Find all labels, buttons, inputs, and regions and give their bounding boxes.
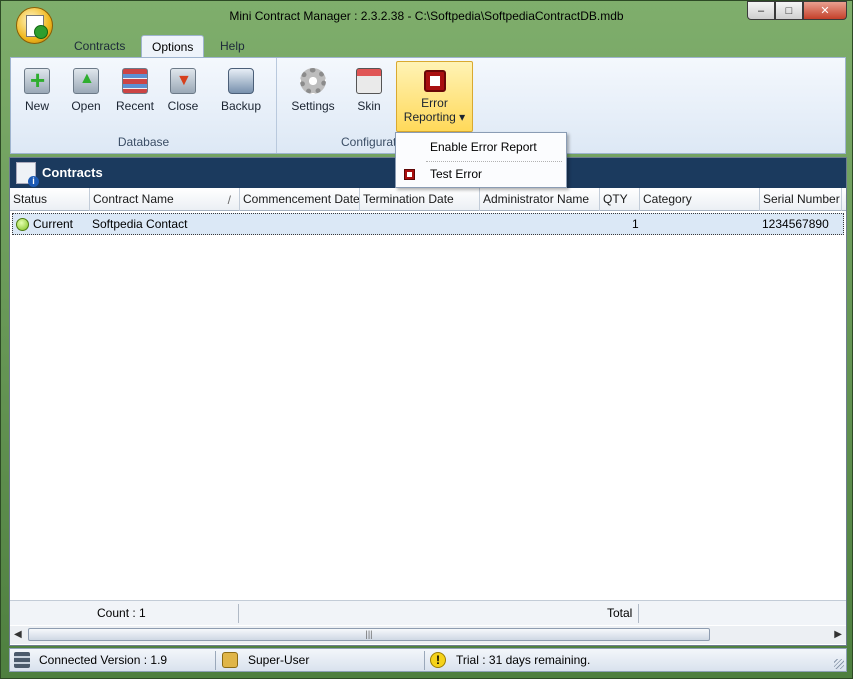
status-divider xyxy=(215,651,216,670)
close-database-icon xyxy=(170,68,196,94)
test-error-item[interactable]: Test Error xyxy=(396,161,566,187)
error-icon xyxy=(423,70,446,92)
resize-grip-icon[interactable] xyxy=(834,659,844,669)
window-title: Mini Contract Manager : 2.3.2.38 - C:\So… xyxy=(229,9,624,23)
contracts-panel: Contracts Status Contract Name / Commenc… xyxy=(9,157,847,646)
column-p[interactable]: P xyxy=(842,188,846,211)
settings-button[interactable]: Settings xyxy=(287,62,339,130)
contracts-info-icon xyxy=(16,162,39,187)
connection-status: Connected Version : 1.9 xyxy=(39,653,168,667)
trial-status: Trial : 31 days remaining. xyxy=(456,653,591,667)
scroll-right-icon[interactable]: ▶ xyxy=(834,629,842,640)
cell-serial: 1234567890 xyxy=(762,217,829,231)
scroll-thumb[interactable]: ||| xyxy=(28,628,710,641)
tab-options[interactable]: Options xyxy=(141,35,205,57)
skin-button[interactable]: Skin xyxy=(345,62,393,130)
ribbon-tabs: Contracts Options Help xyxy=(10,33,846,57)
gear-icon xyxy=(300,68,326,94)
database-icon xyxy=(14,652,30,668)
column-category[interactable]: Category xyxy=(640,188,760,211)
grid-footer: Count : 1 Total xyxy=(10,600,846,625)
cell-status: Current xyxy=(33,217,74,231)
backup-icon xyxy=(228,68,254,94)
test-error-label: Test Error xyxy=(430,167,483,181)
skin-label: Skin xyxy=(357,99,381,113)
database-group-label: Database xyxy=(117,135,170,149)
scroll-left-icon[interactable]: ◀ xyxy=(14,629,22,640)
grid-header: Status Contract Name / Commencement Date… xyxy=(10,188,846,211)
backup-label: Backup xyxy=(220,99,262,113)
error-icon xyxy=(404,169,415,180)
horizontal-scrollbar[interactable]: ◀ ||| ▶ xyxy=(10,626,846,644)
contract-document-icon xyxy=(25,14,48,39)
panel-title: Contracts xyxy=(42,165,103,180)
table-row[interactable]: Current Softpedia Contact 1 1234567890 xyxy=(12,213,844,235)
reporting-label: Reporting ▾ xyxy=(403,110,466,124)
open-database-icon xyxy=(73,68,99,94)
recent-icon xyxy=(122,68,148,94)
column-status[interactable]: Status xyxy=(10,188,90,211)
close-label: Close xyxy=(167,99,199,113)
current-status-icon xyxy=(16,218,29,231)
column-qty[interactable]: QTY xyxy=(600,188,640,211)
column-contract-name-label: Contract Name xyxy=(93,192,174,206)
minimize-button[interactable]: – xyxy=(747,1,775,20)
title-bar: Mini Contract Manager : 2.3.2.38 - C:\So… xyxy=(1,1,852,31)
window-controls: – □ ✕ xyxy=(747,1,847,20)
tab-help[interactable]: Help xyxy=(210,35,255,57)
cell-qty: 1 xyxy=(632,217,639,231)
app-menu-button[interactable] xyxy=(16,7,53,44)
new-label: New xyxy=(24,99,49,113)
column-commencement-date[interactable]: Commencement Date xyxy=(240,188,360,211)
tab-contracts[interactable]: Contracts xyxy=(64,35,135,57)
database-group: New Open Recent Close Backup Database xyxy=(11,58,277,153)
settings-label: Settings xyxy=(291,99,335,113)
recent-button[interactable]: Recent xyxy=(111,62,159,130)
main-window: Mini Contract Manager : 2.3.2.38 - C:\So… xyxy=(0,0,853,679)
backup-button[interactable]: Backup xyxy=(217,62,265,130)
column-termination-date[interactable]: Termination Date xyxy=(360,188,480,211)
sort-indicator-icon: / xyxy=(227,193,231,207)
user-status: Super-User xyxy=(248,653,310,667)
skin-icon xyxy=(356,68,382,94)
error-label: Error xyxy=(421,96,448,110)
column-administrator-name[interactable]: Administrator Name xyxy=(480,188,600,211)
lock-icon xyxy=(222,652,238,668)
count-summary: Count : 1 xyxy=(97,606,146,620)
close-db-button[interactable]: Close xyxy=(159,62,207,130)
column-contract-name[interactable]: Contract Name / xyxy=(90,188,240,211)
error-reporting-menu: Enable Error Report Test Error xyxy=(395,132,567,188)
close-window-button[interactable]: ✕ xyxy=(803,1,847,20)
recent-label: Recent xyxy=(115,99,155,113)
error-reporting-button[interactable]: Error Reporting ▾ xyxy=(396,61,473,132)
open-label: Open xyxy=(71,99,101,113)
open-button[interactable]: Open xyxy=(62,62,110,130)
new-database-icon xyxy=(24,65,50,96)
warning-icon: ! xyxy=(430,652,446,668)
total-summary: Total xyxy=(607,606,633,620)
new-button[interactable]: New xyxy=(13,62,61,130)
maximize-button[interactable]: □ xyxy=(775,1,803,20)
footer-divider xyxy=(638,604,639,623)
enable-error-report-item[interactable]: Enable Error Report xyxy=(396,134,566,160)
footer-divider xyxy=(238,604,239,623)
status-divider xyxy=(424,651,425,670)
status-bar: Connected Version : 1.9 Super-User ! Tri… xyxy=(9,648,847,672)
cell-contract-name: Softpedia Contact xyxy=(92,217,188,231)
column-serial-number[interactable]: Serial Number xyxy=(760,188,842,211)
